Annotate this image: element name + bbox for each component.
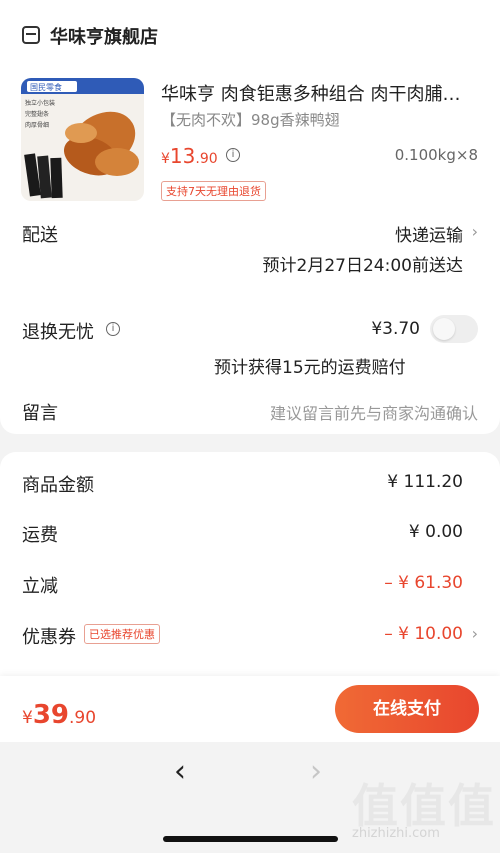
store-icon — [22, 26, 40, 44]
store-name[interactable]: 华味亨旗舰店 — [50, 23, 158, 49]
product-price: ¥13.90 — [161, 144, 218, 168]
return-insurance-info-icon[interactable]: i — [106, 322, 120, 336]
back-arrow-icon[interactable]: ‹ — [174, 754, 186, 789]
product-image-label: 独立小包装 — [25, 99, 55, 107]
watermark-text: zhizhizhi.com — [352, 826, 440, 841]
return-policy-tag: 支持7天无理由退货 — [161, 181, 266, 201]
product-title[interactable]: 华味亨 肉食钜惠多种组合 肉干肉脯… — [161, 80, 481, 106]
freight-label: 运费 — [22, 525, 58, 546]
home-indicator[interactable] — [163, 836, 338, 842]
coupon-tag: 已选推荐优惠 — [84, 624, 160, 644]
product-image-label: 肉厚骨细 — [25, 121, 49, 129]
shipping-label: 配送 — [22, 225, 58, 246]
return-insurance-note: 预计获得15元的运费赔付 — [214, 358, 406, 378]
coupon-value[interactable]: – ¥ 10.00 — [384, 624, 463, 644]
message-input[interactable]: 建议留言前先与商家沟通确认 — [270, 400, 478, 424]
return-insurance-label: 退换无忧 — [22, 322, 94, 343]
price-info-icon[interactable]: i — [226, 148, 240, 162]
coupon-label: 优惠券 — [22, 627, 76, 648]
goods-amount-value: ¥ 111.20 — [387, 472, 463, 492]
product-image-brand: 国民零食 — [30, 82, 62, 92]
product-spec: 0.100kg×8 — [394, 146, 478, 164]
browser-nav-bar: ‹ › 值值值 zhizhizhi.com — [0, 742, 500, 853]
goods-amount-label: 商品金额 — [22, 475, 94, 496]
pay-online-button[interactable]: 在线支付 — [335, 685, 479, 733]
price-summary-card: 商品金额 ¥ 111.20 运费 ¥ 0.00 立减 – ¥ 61.30 优惠券… — [0, 452, 500, 684]
discount-value: – ¥ 61.30 — [384, 573, 463, 593]
chevron-right-icon[interactable]: › — [472, 624, 478, 643]
shipping-eta: 预计2月27日24:00前送达 — [262, 256, 463, 276]
shipping-method[interactable]: 快递运输 — [395, 221, 463, 246]
total-price: ¥39.90 — [22, 700, 97, 730]
product-thumbnail[interactable]: 国民零食 独立小包装 完整翅条 肉厚骨细 — [21, 78, 144, 201]
forward-arrow-icon[interactable]: › — [310, 754, 322, 789]
order-card: 华味亨旗舰店 国民零食 独立小包装 完整翅条 肉厚骨细 华味亨 肉食钜惠多种组合… — [0, 0, 500, 434]
product-image-label: 完整翅条 — [25, 110, 49, 118]
chevron-right-icon[interactable]: › — [472, 222, 478, 241]
return-insurance-price: ¥3.70 — [371, 319, 420, 339]
checkout-bar: ¥39.90 在线支付 — [0, 676, 500, 742]
message-label: 留言 — [22, 403, 58, 424]
discount-label: 立减 — [22, 576, 58, 597]
return-insurance-toggle[interactable] — [430, 315, 478, 343]
freight-value: ¥ 0.00 — [408, 522, 463, 542]
product-sku: 【无肉不欢】98g香辣鸭翅 — [161, 111, 340, 129]
